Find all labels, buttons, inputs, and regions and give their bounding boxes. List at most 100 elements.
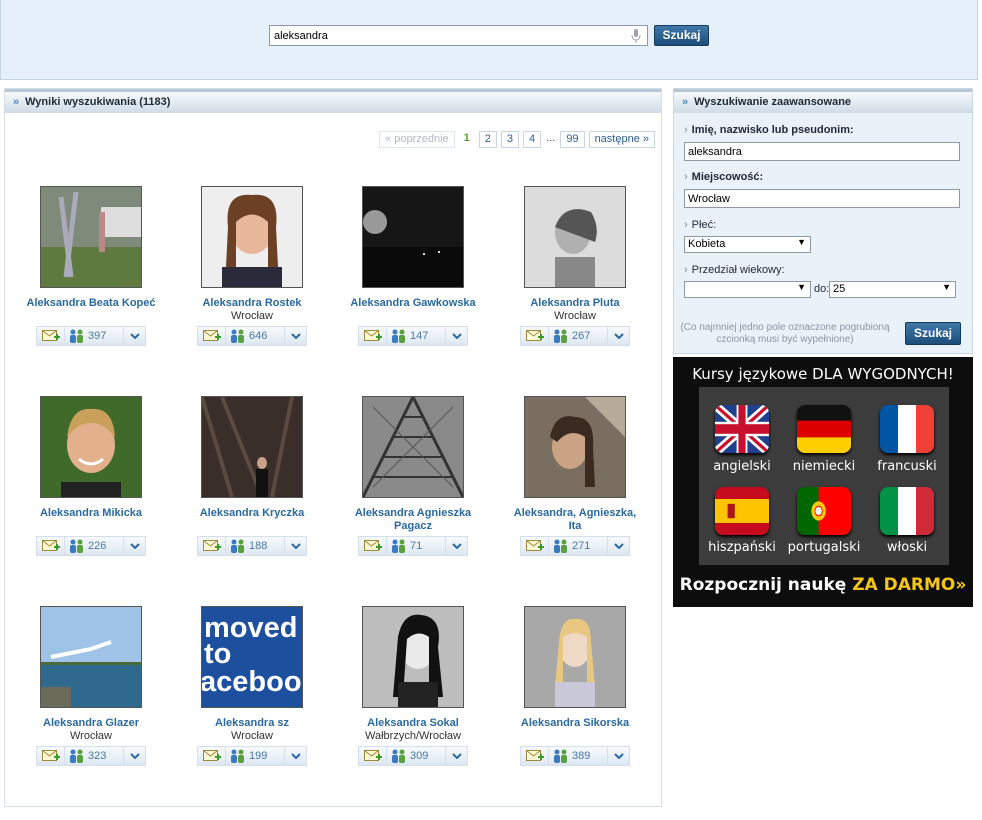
fans-count-value: 646 [249,330,268,342]
moved-text: aceboo [202,666,302,698]
profile-name-link[interactable]: Aleksandra Gawkowska [348,297,478,310]
chevron-down-icon[interactable] [284,327,306,345]
profile-photo[interactable] [40,396,142,498]
profile-photo[interactable] [524,186,626,288]
chevron-down-icon[interactable] [607,537,629,555]
page-link[interactable]: 2 [478,131,497,148]
profile-name-link[interactable]: Aleksandra Pluta [510,297,640,310]
send-message-icon[interactable] [521,537,549,555]
profile-name-link[interactable]: Aleksandra Mikicka [26,507,156,520]
profile-photo[interactable] [40,186,142,288]
profile-actions: 309 [358,746,468,766]
profile-photo[interactable]: moved to aceboo [201,606,303,708]
fans-count[interactable]: 271 [549,539,607,553]
send-message-icon[interactable] [521,747,549,765]
chevron-down-icon[interactable] [607,327,629,345]
page-link[interactable]: 4 [523,131,542,148]
fans-icon [70,749,83,763]
results-header: » Wyniki wyszukiwania (1183) [5,89,661,113]
send-message-icon[interactable] [521,327,549,345]
chevron-down-icon[interactable] [123,327,145,345]
profile-city: Wrocław [231,730,273,742]
profile-photo[interactable] [201,186,303,288]
profile-city: Wrocław [231,310,273,322]
profile-name-link[interactable]: Aleksandra Beata Kopeć [26,297,156,310]
send-message-icon[interactable] [359,537,387,555]
fans-count-value: 309 [410,750,429,762]
fans-count[interactable]: 646 [226,329,284,343]
gender-select[interactable]: Kobieta ▼ [684,236,811,253]
profile-name-link[interactable]: Aleksandra Kryczka [187,507,317,520]
fans-count[interactable]: 323 [65,749,123,763]
age-to-label: do: [814,283,830,295]
page-link[interactable]: 3 [500,131,520,148]
ad-title: Kursy językowe DLA WYGODNYCH! [692,365,954,383]
send-message-icon[interactable] [37,327,65,345]
fans-count[interactable]: 309 [387,749,445,763]
microphone-icon[interactable] [631,29,641,43]
fans-count[interactable]: 226 [65,539,123,553]
chevron-down-icon[interactable] [445,747,467,765]
send-message-icon[interactable] [37,537,65,555]
send-message-icon[interactable] [198,537,226,555]
search-button[interactable]: Szukaj [654,25,709,46]
profile-name-link[interactable]: Aleksandra, Agnieszka, Ita [510,507,640,533]
next-page-link[interactable]: następne » [588,131,655,148]
profile-photo[interactable] [201,396,303,498]
advanced-search-button[interactable]: Szukaj [905,322,961,345]
profile-name-link[interactable]: Aleksandra Sikorska [510,717,640,730]
send-message-icon[interactable] [359,747,387,765]
fans-count[interactable]: 199 [226,749,284,763]
profile-name-link[interactable]: Aleksandra sz [187,717,317,730]
chevron-down-icon[interactable] [123,747,145,765]
language-course-ad[interactable]: Kursy językowe DLA WYGODNYCH! angielski … [673,357,973,607]
chevron-down-icon[interactable] [123,537,145,555]
city-label: › Miejscowość: [684,171,764,183]
profile-name-link[interactable]: Aleksandra Sokal [348,717,478,730]
profile-photo[interactable] [524,606,626,708]
age-to-select[interactable]: 25 ▼ [829,281,956,298]
last-page-link[interactable]: 99 [560,131,585,148]
send-message-icon[interactable] [37,747,65,765]
chevron-down-icon[interactable] [284,747,306,765]
dropdown-arrow-icon: ▼ [942,282,951,292]
profile-actions: 323 [36,746,146,766]
profile-photo[interactable] [362,396,464,498]
profile-photo[interactable] [40,606,142,708]
chevron-down-icon[interactable] [607,747,629,765]
search-input[interactable] [269,25,648,46]
name-field[interactable] [684,142,960,161]
send-message-icon[interactable] [198,747,226,765]
profile-card: Aleksandra Sokal Wałbrzych/Wrocław 309 [348,606,478,796]
results-title: Wyniki wyszukiwania (1183) [25,96,171,108]
ad-language-label: włoski [886,540,928,555]
send-message-icon[interactable] [198,327,226,345]
fans-icon [554,749,567,763]
fans-count[interactable]: 71 [387,539,445,553]
profile-name-link[interactable]: Aleksandra Agnieszka Pagacz [348,507,478,533]
fans-count[interactable]: 389 [549,749,607,763]
fans-count-value: 188 [249,540,268,552]
fans-count[interactable]: 188 [226,539,284,553]
profile-name-link[interactable]: Aleksandra Rostek [187,297,317,310]
profile-actions: 389 [520,746,630,766]
profile-photo[interactable] [362,186,464,288]
send-message-icon[interactable] [359,327,387,345]
gender-value: Kobieta [688,238,726,250]
profile-photo[interactable] [362,606,464,708]
chevron-down-icon[interactable] [445,327,467,345]
profile-name-link[interactable]: Aleksandra Glazer [26,717,156,730]
fans-count[interactable]: 147 [387,329,445,343]
profile-photo[interactable] [524,396,626,498]
fans-count[interactable]: 397 [65,329,123,343]
profile-actions: 199 [197,746,307,766]
fans-count-value: 199 [249,750,268,762]
profile-card: Aleksandra Kryczka 188 [187,396,317,586]
age-to-value: 25 [833,283,846,295]
age-from-select[interactable]: ▼ [684,281,811,298]
chevron-down-icon[interactable] [445,537,467,555]
city-field[interactable] [684,189,960,208]
chevron-down-icon[interactable] [284,537,306,555]
advanced-search-panel: » Wyszukiwanie zaawansowane › Imię, nazwis… [673,88,973,354]
fans-count[interactable]: 267 [549,329,607,343]
